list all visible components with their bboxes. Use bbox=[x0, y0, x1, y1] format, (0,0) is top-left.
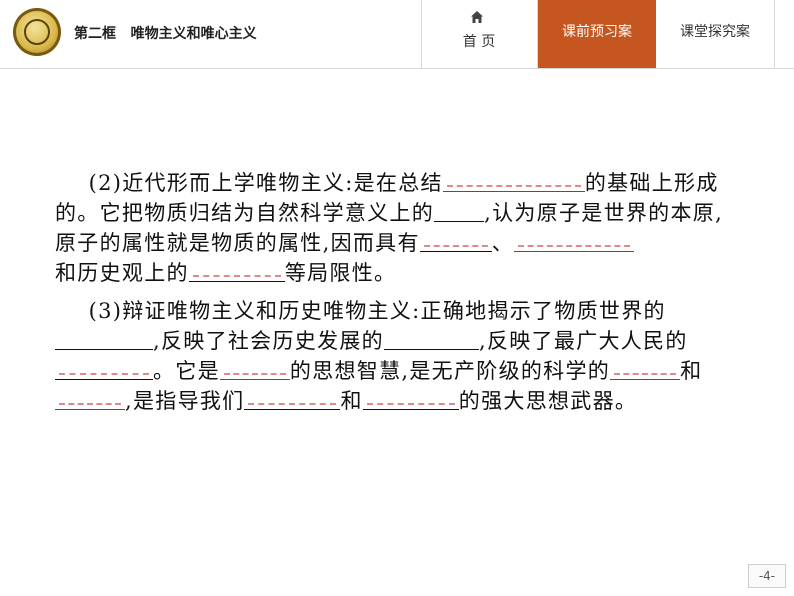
text-segment: ,反映了最广大人民的 bbox=[478, 329, 688, 353]
fill-blank[interactable] bbox=[219, 357, 290, 380]
fill-blank[interactable] bbox=[434, 199, 485, 222]
text-segment: 和 bbox=[340, 389, 363, 413]
text-segment: ,反映了社会历史发展的 bbox=[153, 329, 384, 353]
text-segment: 、 bbox=[491, 231, 515, 255]
tab-classroom-inquiry[interactable]: 课堂探究案 bbox=[656, 0, 774, 68]
fill-blank[interactable] bbox=[188, 259, 285, 282]
lesson-content: (2)近代形而上学唯物主义:是在总结 的基础上形成的。它把物质归结为自然科学意义上… bbox=[55, 168, 740, 416]
nav-divider bbox=[774, 0, 775, 68]
fill-blank[interactable] bbox=[55, 327, 153, 350]
text-segment: 和 bbox=[680, 359, 703, 383]
home-label: 首 页 bbox=[462, 34, 496, 50]
text-segment: (3)辩证唯物主义和历史唯物主义:正确地揭示了物质世界的 bbox=[88, 299, 666, 323]
fill-blank[interactable] bbox=[442, 169, 585, 192]
paragraph-dialectical-materialism: (3)辩证唯物主义和历史唯物主义:正确地揭示了物质世界的 ,反映了社会历史发展的,… bbox=[55, 296, 740, 416]
fill-blank[interactable] bbox=[383, 327, 479, 350]
text-segment: ,是指导我们 bbox=[125, 389, 245, 413]
house-icon bbox=[471, 11, 483, 23]
page-number: -4- bbox=[748, 564, 786, 588]
top-navigation-bar: 第二框 唯物主义和唯心主义 首 页 课前预习案 课堂探究案 bbox=[0, 0, 794, 69]
fill-blank[interactable] bbox=[244, 387, 341, 410]
text-segment: 的强大思想武器。 bbox=[458, 389, 638, 413]
text-segment: 等局限性。 bbox=[284, 261, 397, 285]
home-nav-button[interactable]: 首 页 bbox=[421, 0, 537, 68]
section-title: 第二框 唯物主义和唯心主义 bbox=[74, 26, 257, 42]
fill-blank[interactable] bbox=[55, 387, 125, 410]
text-segment: (2)近代形而上学唯物主义:是在总结 bbox=[88, 171, 443, 195]
tab-preview-plan[interactable]: 课前预习案 bbox=[538, 0, 656, 68]
school-seal-icon bbox=[13, 8, 61, 56]
text-segment: 的思想智慧,是无产阶级的科学的 bbox=[289, 359, 611, 383]
fill-blank[interactable] bbox=[610, 357, 681, 380]
text-segment: 和历史观上的 bbox=[55, 261, 189, 285]
paragraph-metaphysical-materialism: (2)近代形而上学唯物主义:是在总结 的基础上形成的。它把物质归结为自然科学意义上… bbox=[55, 168, 740, 288]
text-segment: 。它是 bbox=[153, 359, 220, 383]
fill-blank[interactable] bbox=[55, 357, 153, 380]
fill-blank[interactable] bbox=[514, 229, 635, 252]
fill-blank[interactable] bbox=[419, 229, 492, 252]
fill-blank[interactable] bbox=[362, 387, 459, 410]
